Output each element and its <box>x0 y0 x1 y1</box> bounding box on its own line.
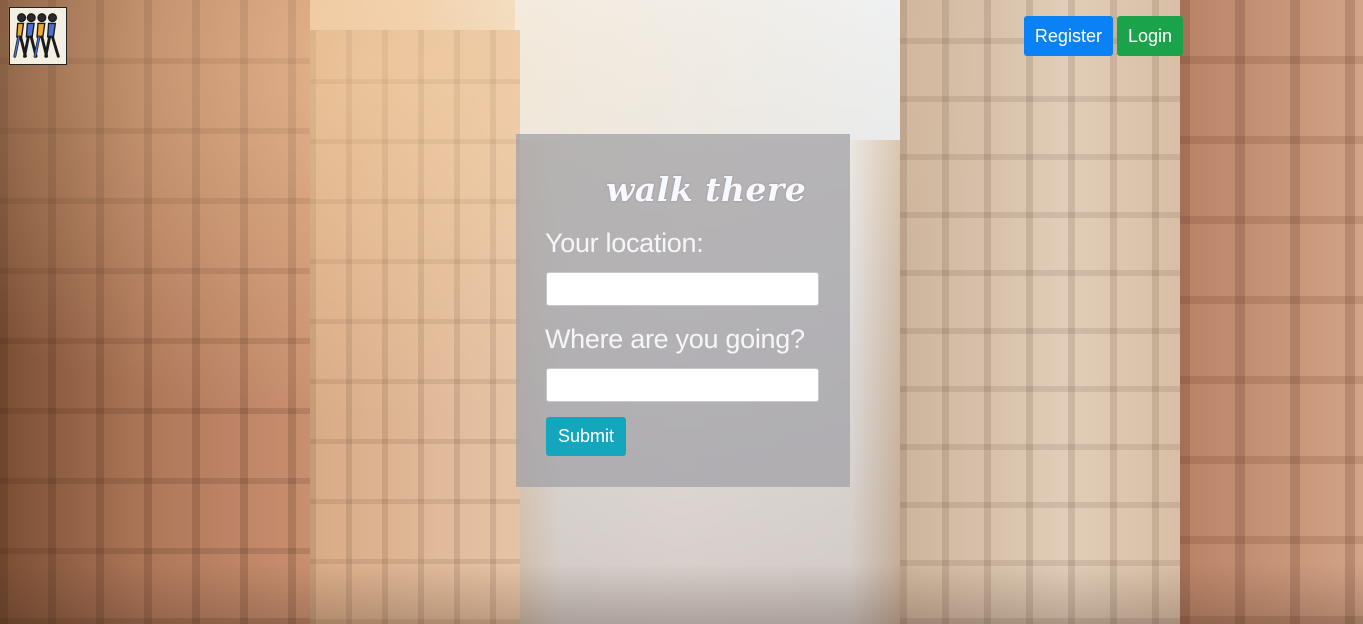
auth-nav: Register Login <box>1023 16 1183 56</box>
walking-people-icon[interactable] <box>9 7 67 65</box>
login-button[interactable]: Login <box>1116 16 1183 56</box>
location-label: Your location: <box>545 228 704 258</box>
destination-input[interactable] <box>546 368 819 402</box>
destination-label: Where are you going? <box>545 324 805 354</box>
brand-title: walk there <box>606 170 807 209</box>
location-input[interactable] <box>546 272 819 306</box>
page: Register Login walk there Your location:… <box>0 0 1363 624</box>
background-street <box>0 564 1363 624</box>
submit-button[interactable]: Submit <box>546 417 627 456</box>
register-button[interactable]: Register <box>1023 16 1113 56</box>
